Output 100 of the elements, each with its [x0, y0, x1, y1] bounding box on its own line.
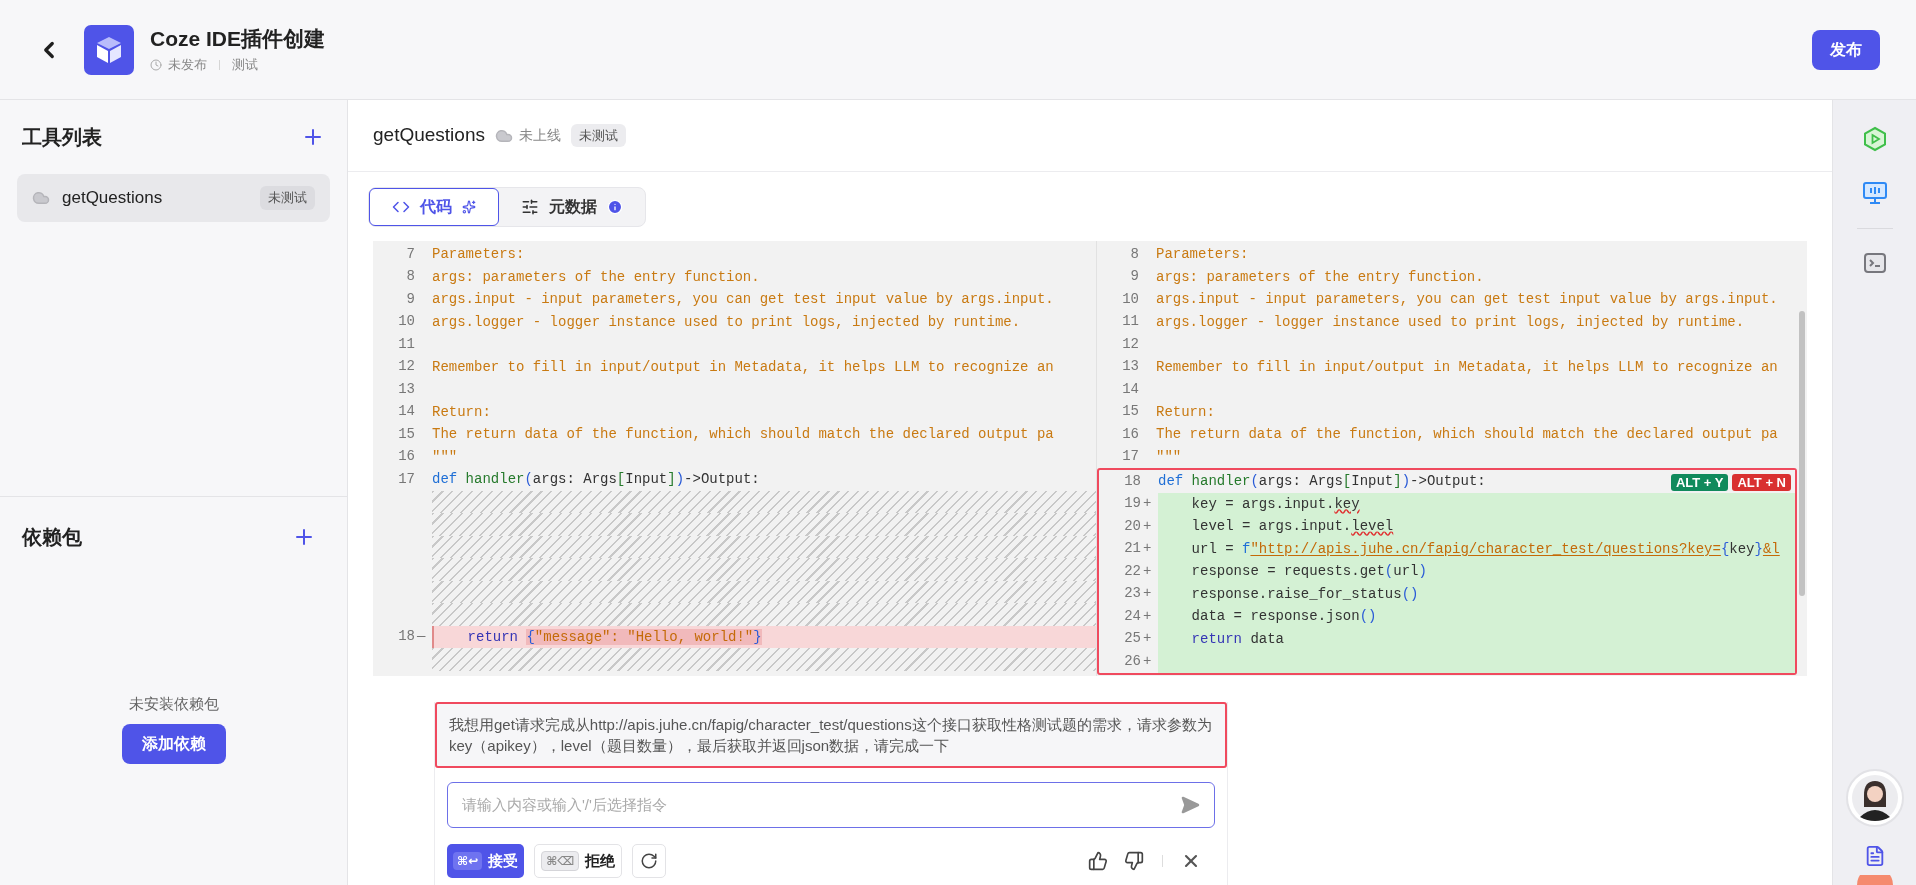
publish-status: 未发布 [168, 55, 207, 74]
cloud-icon [32, 189, 50, 207]
app-title: Coze IDE插件创建 [150, 25, 325, 52]
line-number: 9 [1129, 267, 1139, 287]
code-line: key = args.input.key [1190, 494, 1360, 514]
line-number: 13 [1121, 357, 1139, 377]
line-number: 12 [397, 357, 415, 377]
line-number: 10 [397, 312, 415, 332]
code-line: url = f"http://apis.juhe.cn/fapig/character_test/questions?key={key}&l [1190, 539, 1780, 559]
line-number: 11 [1121, 312, 1139, 332]
refresh-icon [640, 852, 659, 870]
line-number: 8 [405, 267, 415, 287]
code-line: return data [1190, 629, 1285, 649]
code-line: Remember to fill in input/output in Metadata, it helps LLM to recognize an [1156, 357, 1778, 377]
code-line: Parameters: [1156, 245, 1249, 264]
line-number: 21 [1123, 539, 1141, 559]
line-number: 15 [397, 424, 415, 444]
line-number: 17 [1121, 447, 1139, 467]
add-dependency-button[interactable]: 添加依赖 [121, 723, 226, 764]
line-number: 14 [397, 402, 415, 422]
code-line: args: parameters of the entry function. [1156, 267, 1484, 287]
presentation-icon[interactable] [1861, 180, 1888, 206]
diff-marker: + [1143, 606, 1152, 626]
diff-marker: + [1143, 539, 1152, 559]
shortcut-chip[interactable]: ALT + Y [1670, 474, 1729, 491]
empty-dependencies-text: 未安装依赖包 [128, 694, 219, 714]
line-number: 14 [1121, 379, 1139, 399]
line-number: 25 [1123, 629, 1141, 649]
code-line: Return: [432, 402, 491, 422]
cube-logo-icon [84, 24, 134, 75]
code-line: Remember to fill in input/output in Metadata, it helps LLM to recognize an [432, 357, 1054, 377]
tool-title: getQuestions [373, 123, 485, 148]
reject-button[interactable]: ⌘⌫ 拒绝 [534, 844, 623, 878]
code-line: """ [432, 447, 458, 467]
sparkle-icon [462, 200, 476, 214]
line-number: 20 [1123, 516, 1141, 536]
terminal-icon[interactable] [1862, 251, 1887, 275]
diff-marker: + [1143, 494, 1152, 514]
line-number: 16 [397, 447, 415, 467]
line-number: 9 [405, 289, 415, 309]
code-line: data = response.json() [1190, 607, 1377, 626]
shortcut-key: ⌘⌫ [541, 851, 580, 871]
code-line: args.input - input parameters, you can get test input value by args.input. [432, 290, 1054, 309]
diff-marker: + [1143, 561, 1152, 581]
info-icon [607, 199, 623, 215]
diff-marker: + [1143, 629, 1152, 649]
editor-tab[interactable]: 元数据 [499, 188, 645, 226]
avatar[interactable] [1845, 769, 1904, 827]
test-status-badge: 未测试 [570, 123, 626, 148]
diff-marker: + [1143, 516, 1152, 536]
chat-input[interactable]: 请输入内容或输入'/'后选择指令 [447, 782, 1215, 828]
line-number: 18 [1123, 471, 1141, 491]
dependencies-heading: 依赖包 [22, 525, 82, 550]
diff-marker: + [1143, 651, 1152, 671]
send-icon[interactable] [1180, 795, 1200, 815]
sliders-icon [521, 198, 539, 216]
line-number: 18 [397, 627, 415, 647]
line-number: 24 [1123, 606, 1141, 626]
regenerate-button[interactable] [632, 844, 667, 878]
code-line: The return data of the function, which should match the declared output pa [1156, 425, 1778, 444]
code-line: level = args.input.level [1190, 517, 1394, 536]
thumbs-down-button[interactable] [1124, 851, 1144, 871]
code-line: The return data of the function, which should match the declared output pa [432, 425, 1054, 444]
line-number: 16 [1121, 424, 1139, 444]
line-number: 17 [397, 469, 415, 489]
accept-button[interactable]: ⌘↩ 接受 [447, 844, 525, 878]
thumbs-up-button[interactable] [1088, 851, 1108, 871]
line-number: 12 [1121, 334, 1139, 354]
shortcut-chip[interactable]: ALT + N [1732, 474, 1791, 491]
editor-tab[interactable]: 代码 [369, 188, 499, 226]
line-number: 10 [1121, 289, 1139, 309]
code-line: args.logger - logger instance used to print logs, injected by runtime. [1156, 312, 1745, 332]
code-line: response.raise_for_status() [1190, 584, 1419, 604]
line-number: 19 [1123, 494, 1141, 514]
line-number: 7 [405, 244, 415, 264]
tool-name: getQuestions [62, 187, 164, 210]
tools-heading: 工具列表 [22, 125, 102, 150]
code-line: Parameters: [432, 245, 525, 264]
line-number: 26 [1123, 651, 1141, 671]
code-line: args.input - input parameters, you can get test input value by args.input. [1156, 290, 1778, 309]
line-number: 13 [397, 379, 415, 399]
diff-marker: — [417, 627, 426, 647]
tool-item[interactable]: getQuestions 未测试 [17, 174, 330, 222]
code-line: Return: [1156, 402, 1215, 422]
line-number: 8 [1129, 244, 1139, 264]
shortcut-key: ⌘↩ [453, 852, 483, 870]
online-status: 未上线 [518, 126, 561, 145]
diff-marker: + [1143, 584, 1152, 604]
code-line: args.logger - logger instance used to print logs, injected by runtime. [432, 312, 1021, 332]
code-line: response = requests.get(url) [1190, 562, 1427, 581]
code-line: def handler(args: Args[Input])->Output: [1158, 472, 1486, 491]
line-number: 22 [1123, 561, 1141, 581]
line-number: 11 [397, 334, 415, 354]
code-line: def handler(args: Args[Input])->Output: [432, 470, 760, 489]
chat-input-text[interactable]: 请输入内容或输入'/'后选择指令 [462, 793, 1180, 817]
prompt-message: 我想用get请求完成从http://apis.juhe.cn/fapig/character_test/questions这个接口获取性格测试题的需求，请求参数为key（apikey），level（题目数量），最后获取并返回json数据，请完成一下 [435, 702, 1227, 768]
env-label: 测试 [232, 55, 258, 74]
clock-icon [150, 58, 162, 71]
code-line: args: parameters of the entry function. [432, 267, 760, 287]
publish-button[interactable]: 发布 [1812, 29, 1880, 70]
